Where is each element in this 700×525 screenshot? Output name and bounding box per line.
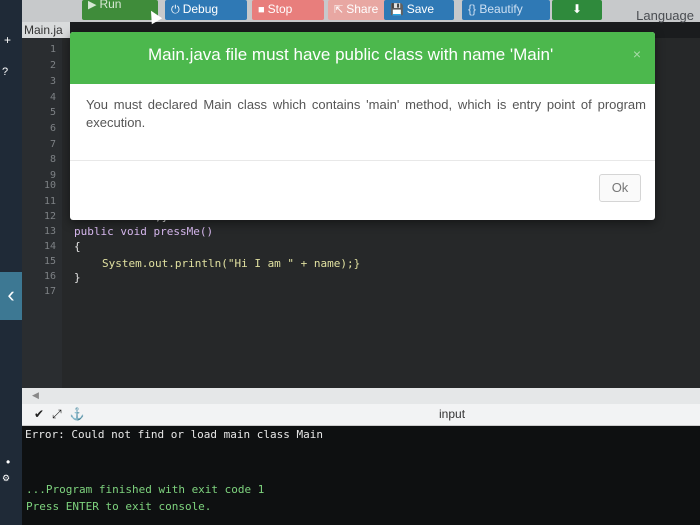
line-number: 16	[43, 271, 56, 282]
line-number: 12	[43, 211, 56, 222]
collapse-sidebar-button[interactable]: ‹	[0, 272, 22, 320]
close-icon[interactable]: ×	[633, 46, 641, 62]
run-label: Run	[99, 0, 122, 11]
console-finished-line: ...Program finished with exit code 1	[26, 483, 265, 496]
chevron-left-icon: ‹	[7, 282, 15, 307]
debug-icon: ⏻	[171, 4, 180, 16]
line-number: 5	[49, 107, 56, 118]
beautify-label: {} Beautify	[468, 2, 523, 16]
dialog-title: Main.java file must have public class wi…	[148, 45, 554, 64]
code-line: }	[74, 271, 81, 284]
line-number: 10	[43, 180, 56, 191]
beautify-button[interactable]: {} Beautify	[462, 0, 550, 20]
line-number: 13	[43, 226, 56, 237]
code-line: System.out.println("Hi I am " + name);}	[102, 257, 361, 270]
line-number: 1	[49, 44, 56, 55]
dialog-divider	[70, 160, 655, 161]
line-number: 6	[49, 123, 56, 134]
line-number: 2	[49, 60, 56, 71]
share-icon: ⇱	[334, 4, 344, 16]
file-tab-main[interactable]: Main.ja	[22, 22, 70, 38]
play-icon: ▶	[88, 0, 97, 11]
line-number: 15	[43, 256, 56, 267]
line-gutter: 1 2 3 4 5 6 7 8 9 10 11 12 13 14 15 16 1…	[22, 38, 62, 388]
stop-button[interactable]: ■ Stop	[252, 0, 324, 20]
console-output[interactable]: Error: Could not find or load main class…	[22, 426, 700, 525]
line-number: 17	[43, 286, 56, 297]
dot-icon: •	[6, 455, 11, 469]
debug-button[interactable]: ⏻ Debug	[165, 0, 247, 20]
language-select[interactable]: Language	[636, 8, 694, 23]
download-button[interactable]: ⬇	[552, 0, 602, 20]
code-line: {	[74, 240, 81, 253]
settings-icon[interactable]: ⚙	[2, 473, 10, 484]
console-press-line: Press ENTER to exit console.	[26, 500, 212, 513]
line-number: 3	[49, 76, 56, 87]
stop-label: Stop	[267, 2, 293, 16]
save-label: Save	[406, 2, 435, 16]
stop-icon: ■	[258, 4, 265, 16]
line-number: 4	[49, 92, 56, 103]
error-dialog: Main.java file must have public class wi…	[70, 32, 655, 220]
ok-button[interactable]: Ok	[599, 174, 641, 202]
line-number: 11	[43, 196, 56, 207]
line-number: 7	[49, 139, 56, 150]
left-sidebar: + ? ‹ • ⚙	[0, 0, 22, 525]
dialog-message: You must declared Main class which conta…	[86, 97, 646, 130]
line-number: 8	[49, 154, 56, 165]
input-tab[interactable]: input	[439, 407, 465, 421]
console-error-line: Error: Could not find or load main class…	[25, 428, 324, 441]
line-number: 14	[43, 241, 56, 252]
question-icon[interactable]: ?	[2, 66, 8, 78]
download-icon: ⬇	[571, 2, 583, 16]
add-icon[interactable]: +	[4, 33, 11, 47]
horizontal-scrollbar[interactable]: ◀	[22, 388, 700, 404]
save-button[interactable]: 💾 Save	[384, 0, 454, 20]
save-icon: 💾	[390, 4, 404, 16]
code-line: public void pressMe()	[74, 225, 214, 238]
console-header: ✔⤢⚓ input	[22, 404, 700, 426]
dialog-header: Main.java file must have public class wi…	[70, 32, 655, 84]
console-toolbar-icons[interactable]: ✔⤢⚓	[34, 407, 93, 422]
scroll-left-icon[interactable]: ◀	[32, 390, 39, 401]
run-button[interactable]: ▶ Run	[82, 0, 158, 20]
toolbar: ▶ Run ⏻ Debug ■ Stop ⇱ Share 💾 Save {} Beauti…	[22, 0, 700, 23]
share-label: Share	[346, 2, 379, 16]
debug-label: Debug	[182, 2, 219, 16]
share-button[interactable]: ⇱ Share	[328, 0, 390, 20]
